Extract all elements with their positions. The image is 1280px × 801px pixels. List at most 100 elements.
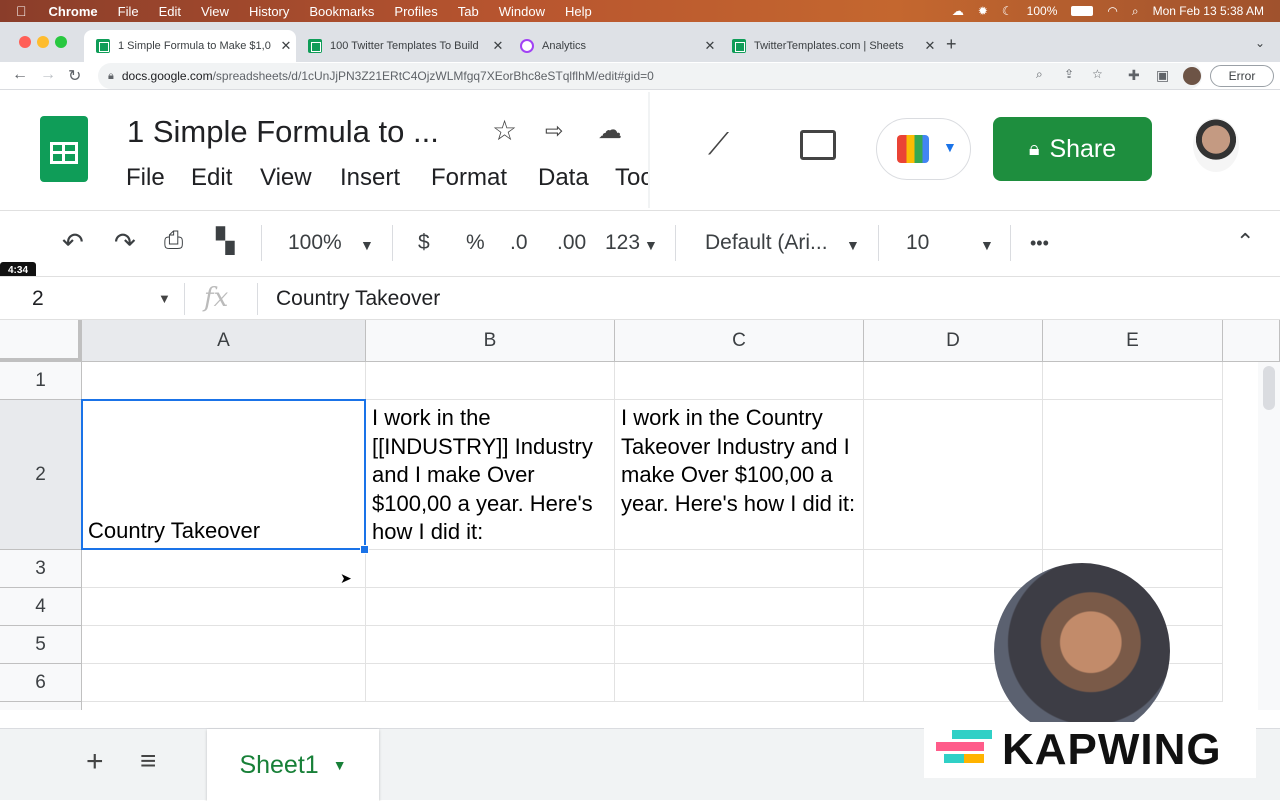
wifi-icon[interactable]: ◠: [1107, 4, 1117, 18]
row-header-2[interactable]: 2: [0, 400, 82, 550]
all-sheets-button[interactable]: ≡: [140, 745, 156, 777]
reload-icon[interactable]: ↻: [68, 66, 81, 86]
cell-a5[interactable]: [82, 626, 366, 664]
cell-c2[interactable]: I work in the Country Takeover Industry …: [615, 400, 864, 550]
cell-a4[interactable]: [82, 588, 366, 626]
tab-analytics[interactable]: Analytics ✕: [508, 30, 720, 62]
row-header-5[interactable]: 5: [0, 626, 82, 664]
menu-file[interactable]: File: [118, 4, 139, 19]
cell-d1[interactable]: [864, 362, 1043, 400]
bookmark-star-icon[interactable]: ☆: [1092, 67, 1103, 81]
spotlight-icon[interactable]: ⌕: [1132, 4, 1139, 19]
fill-handle[interactable]: [360, 545, 369, 554]
vertical-scrollbar[interactable]: [1258, 362, 1280, 710]
star-icon[interactable]: ☆: [492, 114, 517, 147]
cloud-status-icon[interactable]: ☁: [598, 116, 622, 145]
cell-b1[interactable]: [366, 362, 615, 400]
cell-b2[interactable]: I work in the [[INDUSTRY]] Industry and …: [366, 400, 615, 550]
cell-b6[interactable]: [366, 664, 615, 702]
menu-profiles[interactable]: Profiles: [394, 4, 437, 19]
share-page-icon[interactable]: ⇪: [1064, 67, 1074, 81]
cell-a6[interactable]: [82, 664, 366, 702]
menu-tools[interactable]: Too: [615, 164, 649, 192]
row-header-7[interactable]: [0, 702, 82, 710]
cell-a3[interactable]: [82, 550, 366, 588]
menu-insert[interactable]: Insert: [340, 164, 400, 192]
menu-edit[interactable]: Edit: [159, 4, 181, 19]
error-button[interactable]: Error: [1210, 65, 1274, 87]
font-family-select[interactable]: Default (Ari...: [705, 231, 828, 255]
apple-icon[interactable]: : [16, 3, 27, 19]
close-icon[interactable]: ✕: [488, 38, 508, 54]
menu-tab[interactable]: Tab: [458, 4, 479, 19]
column-header-e[interactable]: E: [1043, 320, 1223, 362]
menu-edit[interactable]: Edit: [191, 164, 232, 192]
profile-avatar[interactable]: [1183, 67, 1201, 85]
decrease-decimal-button[interactable]: .0: [510, 231, 528, 255]
column-header-f[interactable]: [1223, 320, 1280, 362]
row-header-6[interactable]: 6: [0, 664, 82, 702]
zoom-window-dot[interactable]: [55, 36, 67, 48]
menu-history[interactable]: History: [249, 4, 289, 19]
tab-search-chevron-icon[interactable]: ⌄: [1255, 36, 1265, 50]
tab-simple-formula[interactable]: 1 Simple Formula to Make $1,0 ✕: [84, 30, 296, 62]
chevron-down-icon[interactable]: ▼: [980, 237, 994, 253]
column-header-c[interactable]: C: [615, 320, 864, 362]
cell-c4[interactable]: [615, 588, 864, 626]
name-box[interactable]: 2: [32, 287, 44, 311]
percent-format-button[interactable]: %: [466, 231, 485, 255]
menu-view[interactable]: View: [201, 4, 229, 19]
row-header-4[interactable]: 4: [0, 588, 82, 626]
close-icon[interactable]: ✕: [700, 38, 720, 54]
select-all-corner[interactable]: [0, 320, 82, 362]
forward-arrow-icon[interactable]: →: [40, 66, 56, 84]
collapse-menu-chevron-icon[interactable]: ⌃: [1236, 229, 1254, 255]
column-header-b[interactable]: B: [366, 320, 615, 362]
redo-icon[interactable]: ↷: [114, 227, 136, 258]
more-options-button[interactable]: •••: [1030, 233, 1049, 254]
cell-c6[interactable]: [615, 664, 864, 702]
move-folder-icon[interactable]: ⇨: [545, 118, 563, 144]
menu-view[interactable]: View: [260, 164, 312, 192]
print-icon[interactable]: ⎙: [164, 227, 183, 255]
clock[interactable]: Mon Feb 13 5:38 AM: [1153, 4, 1264, 18]
cell-d3[interactable]: [864, 550, 1043, 588]
increase-decimal-button[interactable]: .00: [557, 231, 586, 255]
back-arrow-icon[interactable]: ←: [12, 66, 28, 84]
chevron-down-icon[interactable]: ▼: [158, 291, 171, 306]
battery-percent[interactable]: 100%: [1027, 4, 1058, 18]
cell-c3[interactable]: [615, 550, 864, 588]
minimize-window-dot[interactable]: [37, 36, 49, 48]
column-header-a[interactable]: A: [82, 320, 366, 362]
cell-c1[interactable]: [615, 362, 864, 400]
meet-button[interactable]: ▼: [876, 118, 971, 180]
currency-format-button[interactable]: $: [418, 231, 430, 255]
more-formats-button[interactable]: 123: [605, 231, 640, 255]
chevron-down-icon[interactable]: ▼: [333, 757, 347, 773]
side-panel-icon[interactable]: ▣: [1156, 67, 1169, 84]
column-header-d[interactable]: D: [864, 320, 1043, 362]
cloud-icon[interactable]: ☁: [952, 4, 964, 18]
scrollbar-thumb[interactable]: [1263, 366, 1275, 410]
menu-app-name[interactable]: Chrome: [49, 4, 98, 19]
font-size-select[interactable]: 10: [906, 231, 929, 255]
close-icon[interactable]: ✕: [276, 38, 296, 54]
row-header-1[interactable]: 1: [0, 362, 82, 400]
zoom-icon[interactable]: ⌕: [1036, 67, 1043, 82]
cell-a1[interactable]: [82, 362, 366, 400]
cell-b4[interactable]: [366, 588, 615, 626]
undo-icon[interactable]: ↶: [62, 227, 84, 258]
extensions-puzzle-icon[interactable]: ✚: [1128, 67, 1140, 84]
menu-data[interactable]: Data: [538, 164, 589, 192]
chevron-down-icon[interactable]: ▼: [846, 237, 860, 253]
document-title[interactable]: 1 Simple Formula to ...: [127, 114, 439, 150]
cell-e1[interactable]: [1043, 362, 1223, 400]
cell-c5[interactable]: [615, 626, 864, 664]
cell-b3[interactable]: [366, 550, 615, 588]
cell-e2[interactable]: [1043, 400, 1223, 550]
comments-icon[interactable]: [800, 130, 836, 160]
cell-b5[interactable]: [366, 626, 615, 664]
trending-up-icon[interactable]: ⟋: [708, 128, 729, 162]
moon-icon[interactable]: ☾: [1002, 4, 1013, 18]
account-avatar[interactable]: [1193, 118, 1239, 172]
